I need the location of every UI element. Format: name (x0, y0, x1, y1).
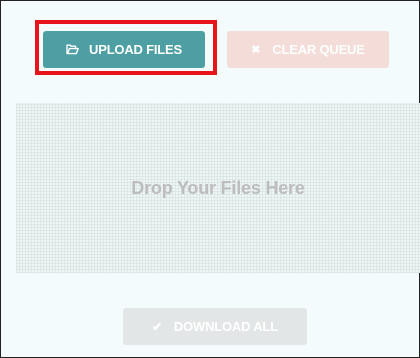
upload-files-label: UPLOAD FILES (89, 42, 182, 57)
download-all-button[interactable]: ✔ DOWNLOAD ALL (123, 308, 307, 345)
dropzone-text: Drop Your Files Here (131, 177, 305, 198)
upload-files-button[interactable]: UPLOAD FILES (43, 31, 205, 68)
download-all-label: DOWNLOAD ALL (173, 319, 278, 334)
check-icon: ✔ (152, 319, 162, 334)
upload-panel: UPLOAD FILES ✖ CLEAR QUEUE Drop Your Fil… (0, 0, 420, 358)
clear-queue-label: CLEAR QUEUE (272, 42, 365, 57)
clear-queue-button[interactable]: ✖ CLEAR QUEUE (227, 31, 389, 68)
folder-open-icon (66, 44, 79, 55)
close-icon: ✖ (251, 44, 261, 56)
file-dropzone[interactable]: Drop Your Files Here (16, 103, 420, 273)
